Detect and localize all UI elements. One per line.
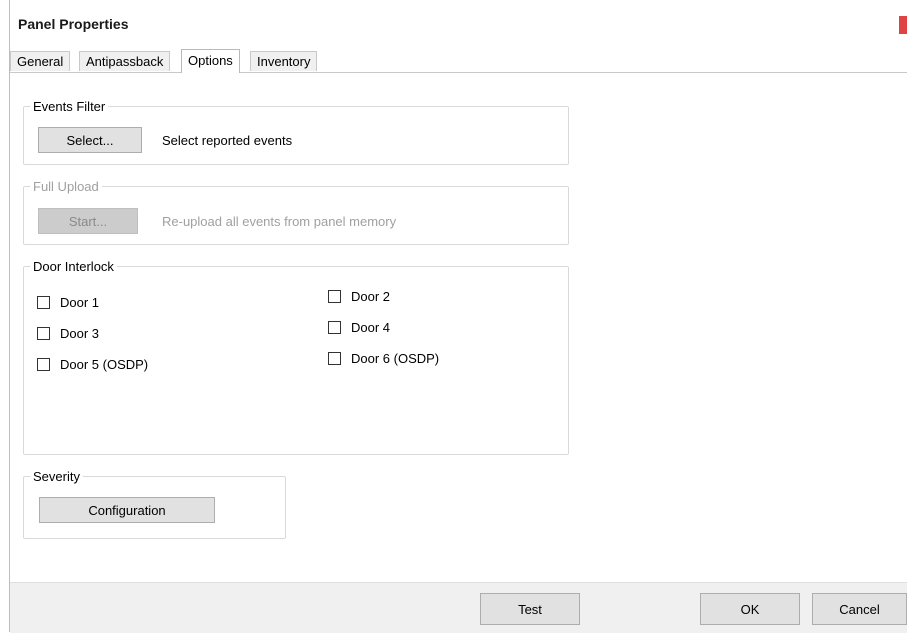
close-button[interactable]	[899, 16, 907, 34]
severity-legend: Severity	[33, 469, 80, 484]
door-6-label: Door 6 (OSDP)	[351, 350, 440, 366]
door-1-checkbox[interactable]: Door 1	[37, 293, 99, 311]
door-4-checkbox[interactable]: Door 4	[328, 318, 390, 336]
test-button[interactable]: Test	[480, 593, 580, 625]
door-3-checkbox[interactable]: Door 3	[37, 324, 99, 342]
panel-properties-dialog: Panel Properties General Antipassback Op…	[0, 0, 907, 633]
options-tab-panel: Events Filter Select... Select reported …	[10, 72, 907, 583]
dialog-footer: Test OK Cancel	[10, 582, 907, 633]
checkbox-box[interactable]	[37, 326, 50, 340]
door-interlock-legend: Door Interlock	[33, 259, 114, 274]
checkbox-box[interactable]	[328, 351, 341, 365]
tab-strip: General Antipassback Options Inventory	[10, 49, 907, 73]
title-bar: Panel Properties	[10, 0, 907, 48]
events-filter-description: Select reported events	[162, 133, 293, 148]
checkbox-box[interactable]	[37, 357, 50, 371]
door-4-label: Door 4	[351, 319, 391, 335]
door-5-label: Door 5 (OSDP)	[60, 356, 149, 372]
checkbox-box[interactable]	[328, 289, 341, 303]
checkbox-box[interactable]	[328, 320, 341, 334]
door-2-checkbox[interactable]: Door 2	[328, 287, 390, 305]
door-2-label: Door 2	[351, 288, 391, 304]
ok-button[interactable]: OK	[700, 593, 800, 625]
tab-general[interactable]: General	[10, 51, 71, 71]
tab-options[interactable]: Options	[181, 49, 240, 73]
full-upload-description: Re-upload all events from panel memory	[162, 214, 397, 229]
door-6-checkbox[interactable]: Door 6 (OSDP)	[328, 349, 439, 367]
checkbox-box[interactable]	[37, 295, 50, 309]
severity-configuration-button[interactable]: Configuration	[39, 497, 215, 523]
door-5-checkbox[interactable]: Door 5 (OSDP)	[37, 355, 148, 373]
events-filter-legend: Events Filter	[33, 99, 106, 114]
door-3-label: Door 3	[60, 325, 100, 341]
tab-antipassback[interactable]: Antipassback	[79, 51, 171, 71]
cancel-button[interactable]: Cancel	[812, 593, 907, 625]
select-events-button[interactable]: Select...	[38, 127, 142, 153]
window-title: Panel Properties	[18, 16, 129, 32]
door-1-label: Door 1	[60, 294, 100, 310]
tab-inventory[interactable]: Inventory	[250, 51, 318, 71]
full-upload-legend: Full Upload	[33, 179, 99, 194]
start-upload-button[interactable]: Start...	[38, 208, 138, 234]
